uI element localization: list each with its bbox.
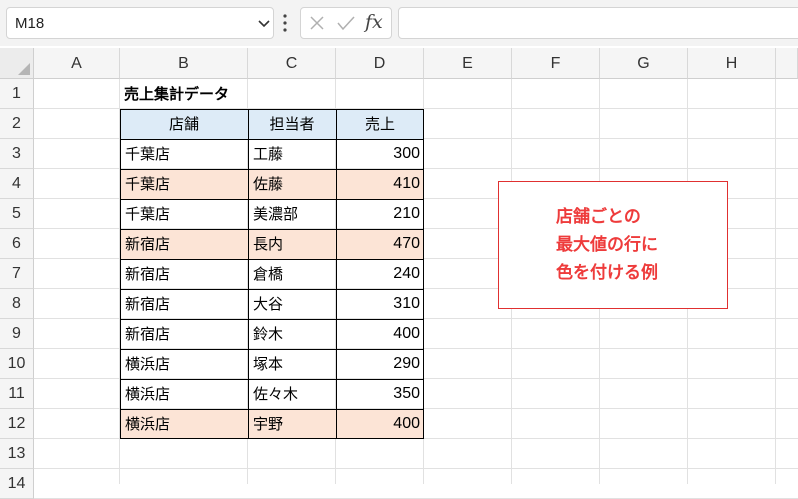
formula-bar: M18 fx — [0, 0, 798, 46]
column-header-b[interactable]: B — [120, 48, 248, 79]
person-cell[interactable]: 佐藤 — [248, 169, 336, 199]
formula-input[interactable] — [398, 7, 798, 39]
sales-cell[interactable]: 210 — [336, 199, 424, 229]
column-header-a[interactable]: A — [34, 48, 120, 79]
row-header-9[interactable]: 9 — [0, 319, 34, 349]
person-cell[interactable]: 鈴木 — [248, 319, 336, 349]
column-header-partial — [776, 48, 798, 79]
row-header-8[interactable]: 8 — [0, 289, 34, 319]
row-header-10[interactable]: 10 — [0, 349, 34, 379]
table-border — [120, 319, 424, 320]
row-header-14[interactable]: 14 — [0, 469, 34, 499]
formula-actions: fx — [300, 7, 392, 39]
row-header-5[interactable]: 5 — [0, 199, 34, 229]
table-border — [120, 169, 424, 170]
store-cell[interactable]: 新宿店 — [120, 319, 248, 349]
row-header-3[interactable]: 3 — [0, 139, 34, 169]
gridline-vertical — [775, 79, 776, 484]
row-header-12[interactable]: 12 — [0, 409, 34, 439]
person-cell[interactable]: 工藤 — [248, 139, 336, 169]
table-border — [120, 109, 424, 110]
name-box[interactable]: M18 — [6, 7, 274, 39]
cancel-icon[interactable] — [309, 15, 325, 31]
table-border — [248, 109, 249, 439]
person-cell[interactable]: 佐々木 — [248, 379, 336, 409]
table-header-cell[interactable]: 売上 — [336, 109, 424, 139]
enter-check-icon[interactable] — [337, 15, 355, 31]
table-border — [120, 379, 424, 380]
store-cell[interactable]: 横浜店 — [120, 409, 248, 439]
note-line: 色を付ける例 — [556, 263, 658, 283]
store-cell[interactable]: 横浜店 — [120, 349, 248, 379]
column-header-c[interactable]: C — [248, 48, 336, 79]
table-border — [423, 109, 424, 439]
table-border — [120, 139, 424, 140]
row-header-4[interactable]: 4 — [0, 169, 34, 199]
store-cell[interactable]: 新宿店 — [120, 259, 248, 289]
sales-cell[interactable]: 400 — [336, 319, 424, 349]
store-cell[interactable]: 千葉店 — [120, 199, 248, 229]
insert-function-button[interactable]: fx — [365, 11, 383, 33]
store-cell[interactable]: 千葉店 — [120, 169, 248, 199]
select-all-button[interactable] — [0, 48, 34, 79]
gridline-horizontal — [34, 468, 798, 469]
table-header-cell[interactable]: 店舗 — [120, 109, 248, 139]
name-box-value: M18 — [15, 15, 45, 32]
note-box[interactable]: 店舗ごとの 最大値の行に 色を付ける例 — [498, 181, 728, 309]
column-header-d[interactable]: D — [336, 48, 424, 79]
sales-cell[interactable]: 400 — [336, 409, 424, 439]
chevron-down-icon[interactable] — [257, 16, 271, 30]
table-border — [336, 109, 337, 439]
sales-cell[interactable]: 300 — [336, 139, 424, 169]
store-cell[interactable]: 新宿店 — [120, 289, 248, 319]
sales-cell[interactable]: 410 — [336, 169, 424, 199]
table-border — [120, 289, 424, 290]
column-header-g[interactable]: G — [600, 48, 688, 79]
store-cell[interactable]: 横浜店 — [120, 379, 248, 409]
table-header-cell[interactable]: 担当者 — [248, 109, 336, 139]
note-line: 店舗ごとの — [556, 207, 641, 227]
row-header-7[interactable]: 7 — [0, 259, 34, 289]
more-options-icon[interactable] — [283, 13, 287, 33]
note-line: 最大値の行に — [556, 235, 658, 255]
person-cell[interactable]: 美濃部 — [248, 199, 336, 229]
column-header-h[interactable]: H — [688, 48, 776, 79]
row-header-6[interactable]: 6 — [0, 229, 34, 259]
column-header-e[interactable]: E — [424, 48, 512, 79]
person-cell[interactable]: 長内 — [248, 229, 336, 259]
sales-cell[interactable]: 290 — [336, 349, 424, 379]
person-cell[interactable]: 宇野 — [248, 409, 336, 439]
table-border — [120, 438, 424, 439]
table-border — [120, 109, 121, 439]
row-header-2[interactable]: 2 — [0, 109, 34, 139]
person-cell[interactable]: 大谷 — [248, 289, 336, 319]
table-border — [120, 409, 424, 410]
sales-cell[interactable]: 470 — [336, 229, 424, 259]
store-cell[interactable]: 千葉店 — [120, 139, 248, 169]
person-cell[interactable]: 塚本 — [248, 349, 336, 379]
table-border — [120, 259, 424, 260]
store-cell[interactable]: 新宿店 — [120, 229, 248, 259]
table-border — [120, 199, 424, 200]
table-border — [120, 229, 424, 230]
sales-cell[interactable]: 240 — [336, 259, 424, 289]
row-header-1[interactable]: 1 — [0, 79, 34, 109]
column-header-f[interactable]: F — [512, 48, 600, 79]
table-border — [120, 349, 424, 350]
sheet-title: 売上集計データ — [124, 85, 230, 103]
row-header-11[interactable]: 11 — [0, 379, 34, 409]
sales-cell[interactable]: 350 — [336, 379, 424, 409]
row-header-13[interactable]: 13 — [0, 439, 34, 469]
sales-cell[interactable]: 310 — [336, 289, 424, 319]
person-cell[interactable]: 倉橋 — [248, 259, 336, 289]
